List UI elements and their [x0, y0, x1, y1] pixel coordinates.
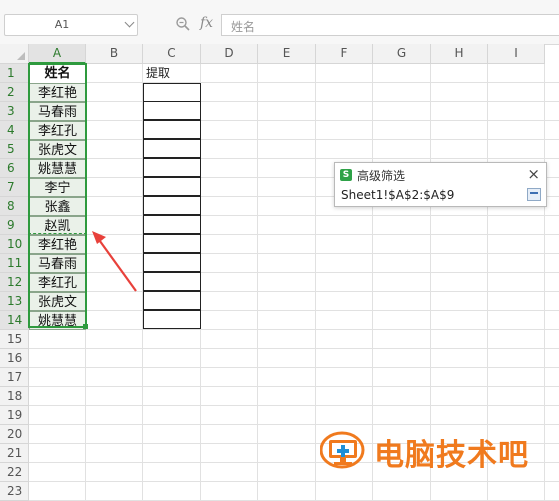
row-header-18[interactable]: 18 [0, 387, 29, 406]
cell-c-empty[interactable] [143, 120, 201, 139]
name-box-value: A1 [54, 18, 70, 31]
gridline [29, 405, 559, 406]
column-header-d[interactable]: D [201, 44, 258, 64]
gridline [29, 329, 559, 330]
row-header-21[interactable]: 21 [0, 444, 29, 463]
column-header-e[interactable]: E [258, 44, 316, 64]
cell-c-empty[interactable] [143, 101, 201, 120]
column-header-h[interactable]: H [431, 44, 488, 64]
monitor-logo-icon [320, 431, 365, 469]
cell-c-empty[interactable] [143, 139, 201, 158]
row-header-20[interactable]: 20 [0, 425, 29, 444]
gridline [29, 348, 559, 349]
advanced-filter-dialog[interactable]: S 高级筛选 × Sheet1!$A$2:$A$9 [334, 162, 547, 207]
gridline [315, 64, 316, 501]
gridline [29, 481, 559, 482]
close-icon[interactable]: × [527, 165, 540, 183]
cell-a-name[interactable]: 李红孔 [29, 273, 86, 292]
cell-a-name[interactable]: 张虎文 [29, 292, 86, 311]
row-header-10[interactable]: 10 [0, 235, 29, 254]
cell-a-name[interactable]: 马春雨 [29, 254, 86, 273]
row-header-23[interactable]: 23 [0, 482, 29, 501]
row-header-1[interactable]: 1 [0, 64, 29, 83]
cell-a1-header[interactable]: 姓名 [29, 64, 86, 83]
row-header-6[interactable]: 6 [0, 159, 29, 178]
column-header-a[interactable]: A [29, 44, 86, 64]
formula-bar: A1 fx 姓名 [0, 0, 559, 45]
cell-a-name[interactable]: 李宁 [29, 178, 86, 197]
cell-a-name[interactable]: 姚慧慧 [29, 159, 86, 178]
cell-a-name[interactable]: 张虎文 [29, 140, 86, 159]
row-header-8[interactable]: 8 [0, 197, 29, 216]
cell-c-empty[interactable] [143, 215, 201, 234]
gridline [29, 215, 559, 216]
cell-c-empty[interactable] [143, 253, 201, 272]
cell-a-name[interactable]: 李红艳 [29, 83, 86, 102]
range-reference-field[interactable]: Sheet1!$A$2:$A$9 [341, 188, 454, 202]
wps-sheet-icon: S [340, 169, 352, 181]
formula-input[interactable]: 姓名 [221, 14, 559, 36]
row-header-9[interactable]: 9 [0, 216, 29, 235]
dialog-title: 高级筛选 [357, 169, 406, 183]
row-header-22[interactable]: 22 [0, 463, 29, 482]
cell-a-name[interactable]: 李红孔 [29, 121, 86, 140]
gridline [257, 64, 258, 501]
watermark-text: 电脑技术吧 [374, 438, 529, 473]
cell-c-empty[interactable] [143, 158, 201, 177]
name-box[interactable]: A1 [4, 14, 138, 36]
row-header-16[interactable]: 16 [0, 349, 29, 368]
cell-a-name[interactable]: 赵凯 [29, 216, 86, 235]
row-header-11[interactable]: 11 [0, 254, 29, 273]
row-header-15[interactable]: 15 [0, 330, 29, 349]
row-header-4[interactable]: 4 [0, 121, 29, 140]
function-icon[interactable]: fx [200, 15, 213, 31]
row-header-7[interactable]: 7 [0, 178, 29, 197]
cell-a-name[interactable]: 姚慧慧 [29, 311, 86, 330]
cell-a-name[interactable]: 李红艳 [29, 235, 86, 254]
chevron-down-icon[interactable] [124, 17, 135, 28]
column-header-i[interactable]: I [488, 44, 545, 64]
cell-c-empty[interactable] [143, 196, 201, 215]
gridline [29, 386, 559, 387]
row-header-19[interactable]: 19 [0, 406, 29, 425]
row-header-3[interactable]: 3 [0, 102, 29, 121]
cell-c1-label[interactable]: 提取 [143, 64, 204, 83]
cell-a-name[interactable]: 马春雨 [29, 102, 86, 121]
expand-dialog-button[interactable] [527, 188, 541, 201]
column-header-b[interactable]: B [86, 44, 143, 64]
cell-c-empty[interactable] [143, 177, 201, 196]
zoom-icon[interactable] [175, 16, 191, 32]
gridline [29, 424, 559, 425]
column-header-g[interactable]: G [373, 44, 431, 64]
select-all-corner[interactable] [0, 44, 29, 64]
cell-c-empty[interactable] [143, 234, 201, 253]
row-header-12[interactable]: 12 [0, 273, 29, 292]
row-header-2[interactable]: 2 [0, 83, 29, 102]
watermark-logo: 电脑技术吧 [320, 426, 556, 473]
cell-c-empty[interactable] [143, 291, 201, 310]
gridline [29, 367, 559, 368]
cell-c-empty[interactable] [143, 83, 201, 102]
row-header-5[interactable]: 5 [0, 140, 29, 159]
cell-c-empty[interactable] [143, 272, 201, 291]
row-header-17[interactable]: 17 [0, 368, 29, 387]
gridline [29, 139, 559, 140]
row-header-13[interactable]: 13 [0, 292, 29, 311]
column-header-f[interactable]: F [316, 44, 373, 64]
gridline [29, 120, 559, 121]
cell-c-empty[interactable] [143, 310, 201, 329]
annotation-arrow-icon [92, 231, 137, 292]
row-header-14[interactable]: 14 [0, 311, 29, 330]
formula-input-value: 姓名 [231, 20, 256, 34]
gridline [29, 310, 559, 311]
gridline [29, 158, 559, 159]
gridline [29, 82, 559, 83]
cell-a-name[interactable]: 张鑫 [29, 197, 86, 216]
column-header-c[interactable]: C [143, 44, 201, 64]
gridline [29, 101, 559, 102]
fill-handle[interactable] [83, 324, 88, 329]
